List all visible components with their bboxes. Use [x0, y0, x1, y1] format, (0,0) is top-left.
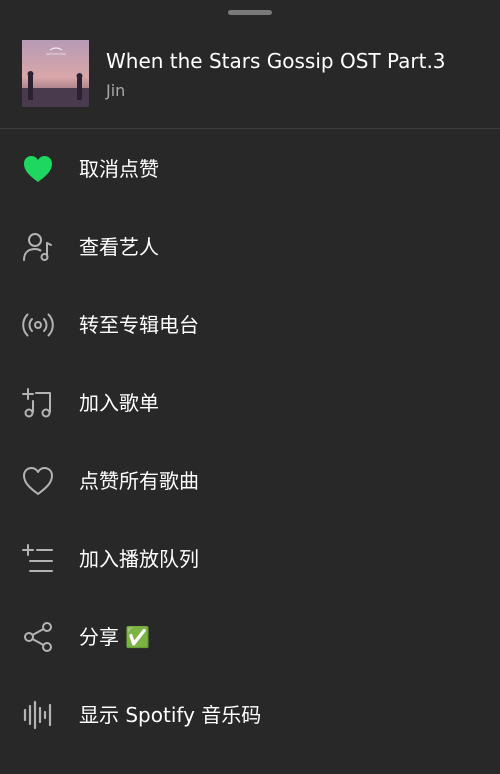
- drag-handle[interactable]: [228, 10, 272, 15]
- context-menu-sheet: When the Stars Gossip OST Part.3 Jin 取消点…: [0, 0, 500, 774]
- track-artist[interactable]: Jin: [106, 81, 125, 101]
- artist-icon: [20, 229, 56, 265]
- menu-item-label: 加入歌单: [79, 391, 159, 415]
- menu-item-add-to-playlist[interactable]: 加入歌单: [0, 364, 500, 442]
- menu-item-add-to-queue[interactable]: 加入播放队列: [0, 520, 500, 598]
- track-title: When the Stars Gossip OST Part.3: [106, 49, 446, 73]
- radio-icon: [20, 307, 56, 343]
- heart-outline-icon: [20, 463, 56, 499]
- header-divider: [0, 128, 500, 129]
- menu-item-label: 转至专辑电台: [79, 313, 199, 337]
- add-to-queue-icon: [20, 541, 56, 577]
- menu-item-label: 查看艺人: [79, 235, 159, 259]
- menu-item-label: 显示 Spotify 音乐码: [79, 703, 262, 727]
- menu-item-like-all[interactable]: 点赞所有歌曲: [0, 442, 500, 520]
- add-to-playlist-icon: [20, 385, 56, 421]
- menu-item-album-radio[interactable]: 转至专辑电台: [0, 286, 500, 364]
- track-header: When the Stars Gossip OST Part.3 Jin: [0, 30, 500, 128]
- menu-item-view-artist[interactable]: 查看艺人: [0, 208, 500, 286]
- album-cover: [22, 40, 89, 107]
- menu-item-spotify-code[interactable]: 显示 Spotify 音乐码: [0, 676, 500, 754]
- menu-item-label: 点赞所有歌曲: [79, 469, 199, 493]
- spotify-code-icon: [20, 697, 56, 733]
- share-icon: [20, 619, 56, 655]
- menu-item-label: 加入播放队列: [79, 547, 199, 571]
- menu-item-label: 分享 ✅: [79, 625, 151, 649]
- album-cover-art: [22, 40, 89, 107]
- menu-item-label: 取消点赞: [79, 157, 159, 181]
- menu-item-share[interactable]: 分享 ✅: [0, 598, 500, 676]
- heart-filled-icon: [20, 151, 56, 187]
- menu-item-unlike[interactable]: 取消点赞: [0, 130, 500, 208]
